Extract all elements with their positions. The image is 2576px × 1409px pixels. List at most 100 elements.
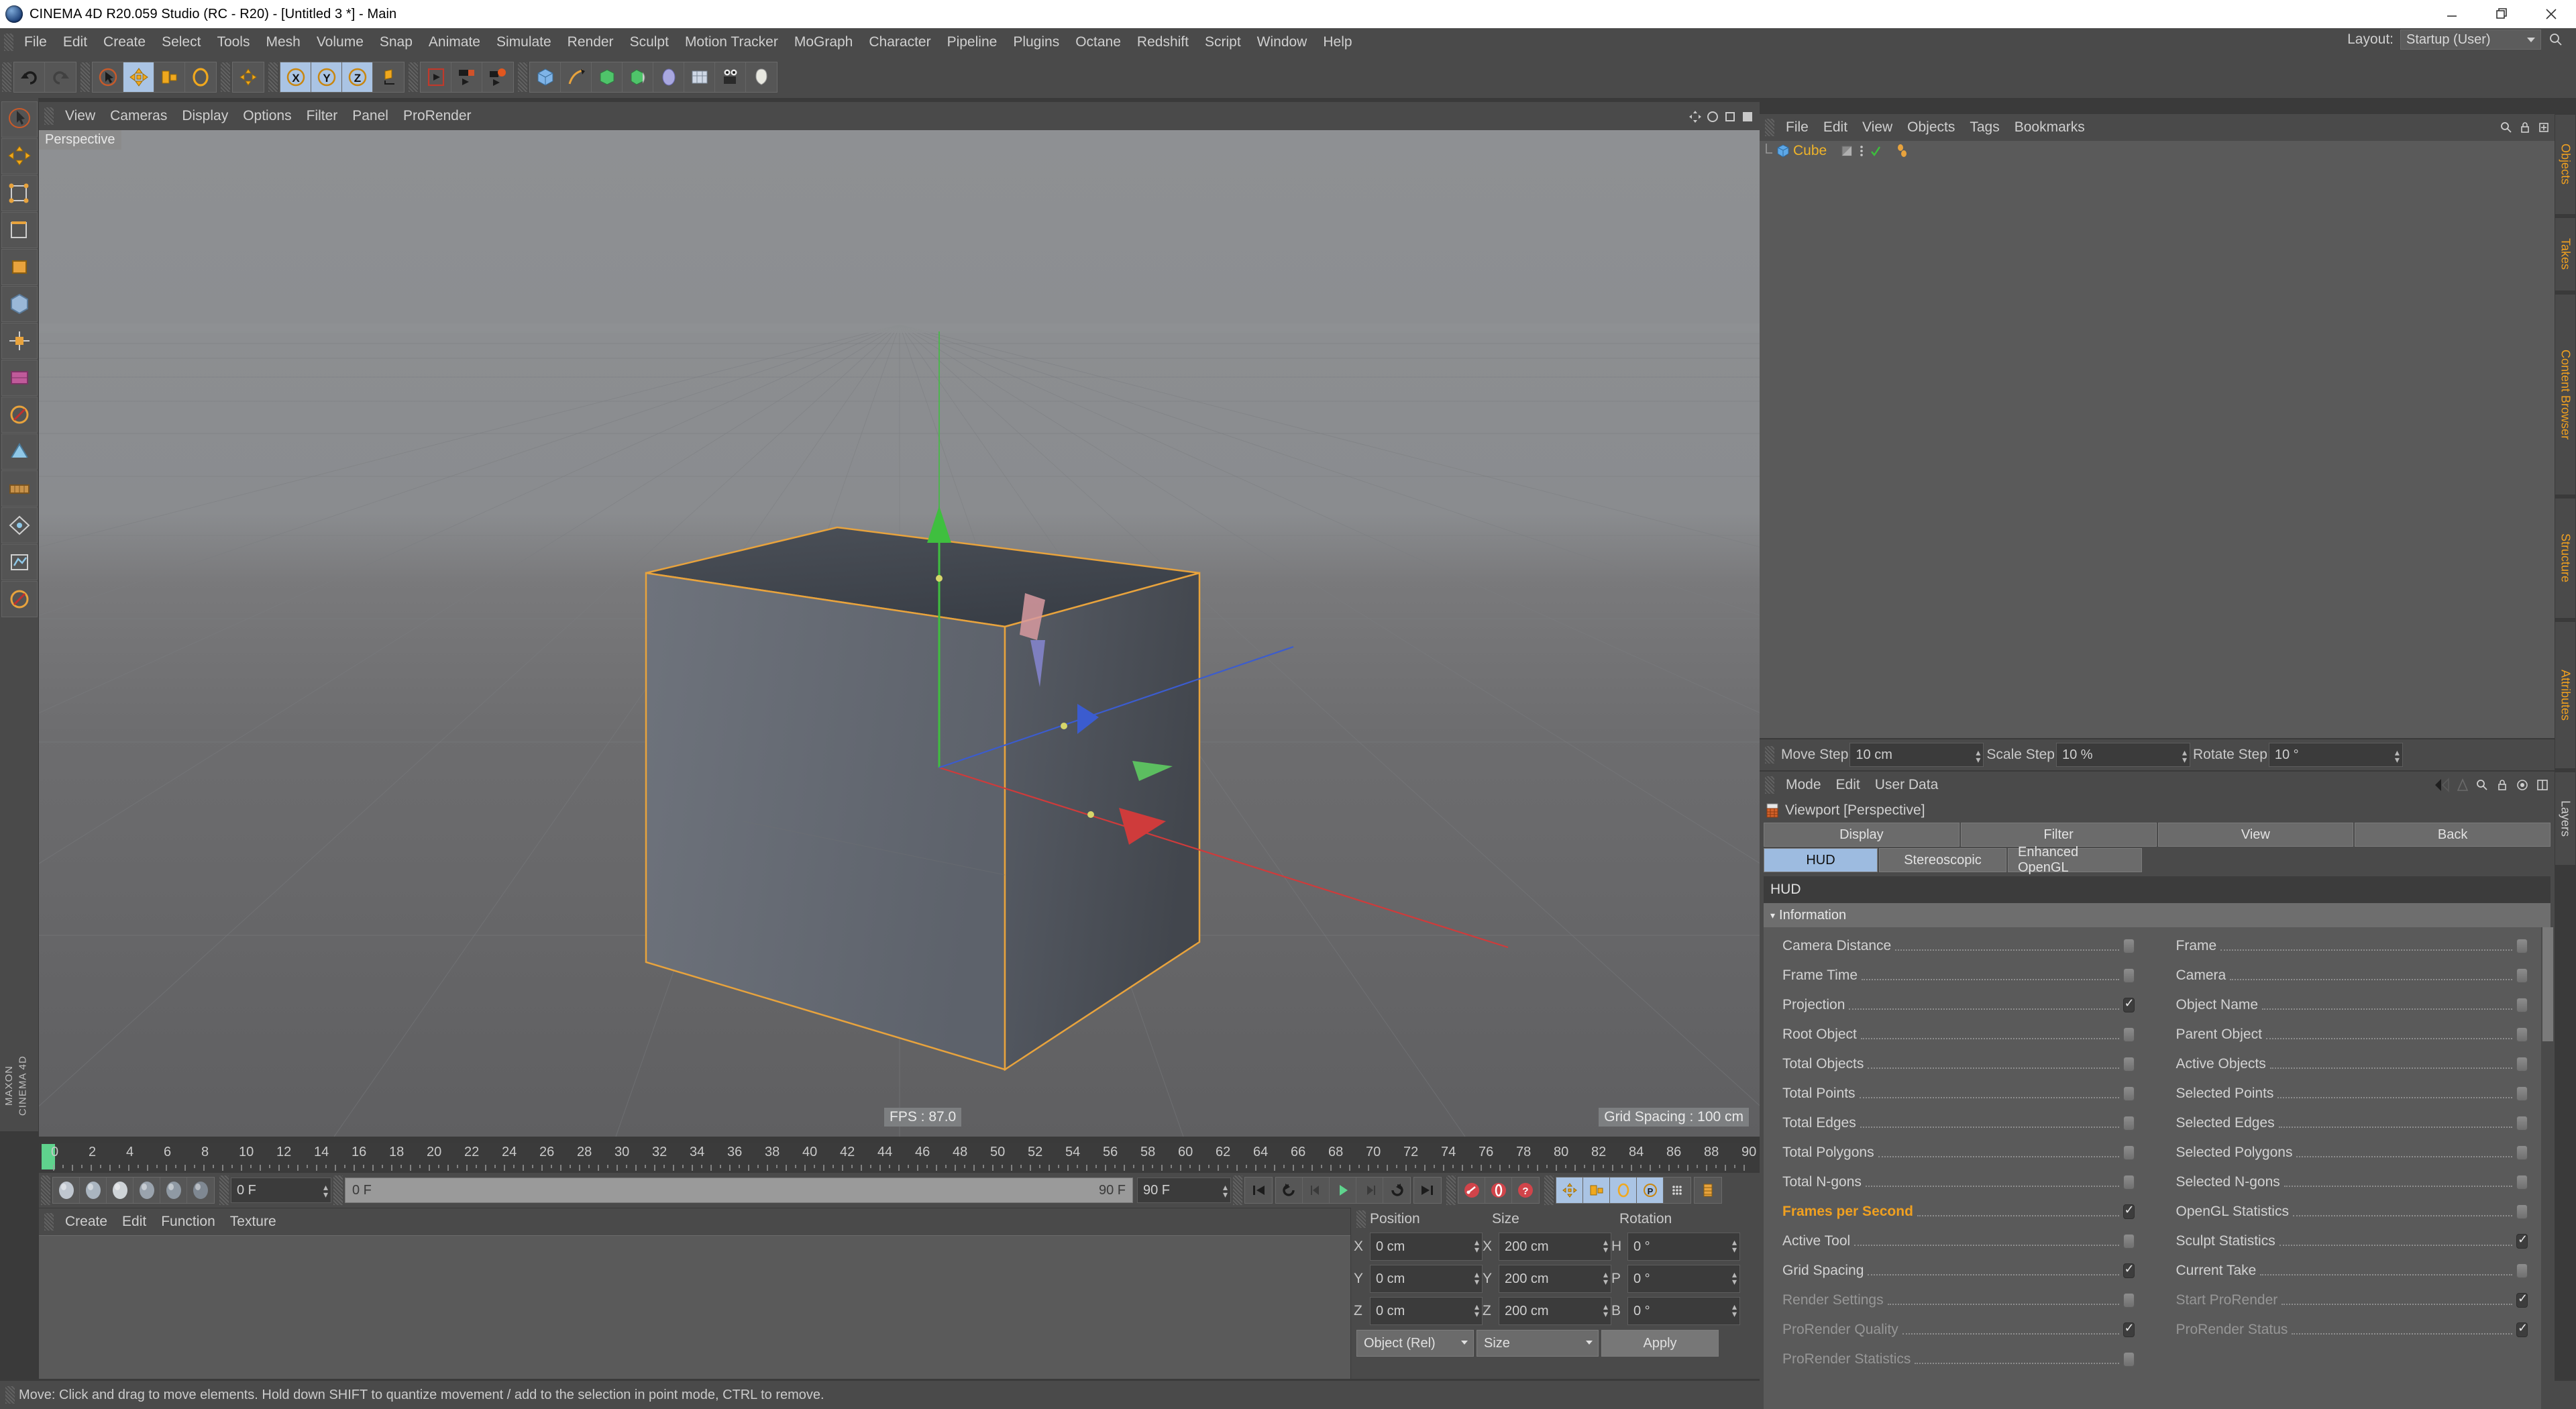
apply-button[interactable]: Apply [1601, 1330, 1719, 1357]
deformer-button[interactable] [623, 62, 653, 92]
move-view-icon[interactable] [1688, 110, 1702, 123]
coordinate-mode-dropdown[interactable]: Object (Rel) [1356, 1330, 1474, 1357]
viewport-menu-filter[interactable]: Filter [299, 108, 345, 124]
hud-option-start-prorender[interactable]: Start ProRender [2157, 1292, 2551, 1308]
hud-option-checkbox[interactable] [2516, 1233, 2528, 1249]
attr-tab-stereoscopic[interactable]: Stereoscopic [1879, 848, 2006, 872]
lock-axis-icon[interactable] [1, 581, 38, 617]
attr-menu-edit[interactable]: Edit [1829, 777, 1868, 793]
move-tool-icon[interactable] [1, 138, 38, 174]
viewport-menubar-grip[interactable] [44, 107, 54, 125]
viewport-perspective[interactable]: Perspective FPS: 87.0 Grid Spacing: 10… [39, 130, 1760, 1137]
spinner-icon-2[interactable]: ▴ ▾ [1223, 1182, 1228, 1199]
hud-option-checkbox[interactable] [2516, 1175, 2528, 1190]
light-button[interactable] [746, 62, 777, 92]
parameter-key-toggle[interactable]: P [1637, 1178, 1664, 1203]
edges-mode-icon[interactable] [1, 212, 38, 248]
objman-menu-edit[interactable]: Edit [1816, 119, 1855, 136]
menu-select[interactable]: Select [154, 34, 209, 50]
hud-option-checkbox[interactable] [2516, 1292, 2528, 1308]
status-bar-grip[interactable] [5, 1386, 15, 1404]
toolbar-grip-3[interactable] [221, 62, 230, 92]
dock-tab-structure[interactable]: Structure [2555, 498, 2576, 619]
viewport-menu-options[interactable]: Options [235, 108, 299, 124]
hud-option-checkbox[interactable] [2516, 1145, 2528, 1160]
material-menu-create[interactable]: Create [58, 1214, 115, 1230]
menu-script[interactable]: Script [1197, 34, 1249, 50]
rotate-step-field[interactable]: 10 ° ▴ ▾ [2268, 743, 2403, 767]
material-sphere-2[interactable] [80, 1178, 107, 1203]
material-manager-body[interactable] [39, 1235, 1350, 1379]
hud-option-frame-time[interactable]: Frame Time [1764, 968, 2157, 984]
spinner-icon-scale[interactable]: ▴ ▾ [2182, 747, 2187, 764]
animation-layout-button[interactable] [1695, 1178, 1721, 1203]
size-field[interactable]: 200 cm ▴ ▾ [1499, 1297, 1611, 1325]
hud-option-parent-object[interactable]: Parent Object [2157, 1027, 2551, 1043]
menu-create[interactable]: Create [95, 34, 154, 50]
go-to-end-button[interactable] [1414, 1178, 1441, 1203]
animation-toolbar-grip-2[interactable] [219, 1176, 229, 1205]
objman-menu-tags[interactable]: Tags [1962, 119, 2006, 136]
animation-toolbar-grip[interactable] [41, 1176, 50, 1205]
menu-mesh[interactable]: Mesh [258, 34, 308, 50]
hud-option-checkbox[interactable] [2516, 1263, 2528, 1278]
move-step-field[interactable]: 10 cm ▴ ▾ [1849, 743, 1984, 767]
previous-key-button[interactable] [1276, 1178, 1303, 1203]
hud-option-checkbox[interactable] [2516, 1086, 2528, 1101]
hud-option-checkbox[interactable] [2123, 1175, 2135, 1190]
hud-option-frames-per-second[interactable]: Frames per Second [1764, 1203, 2157, 1220]
timeline-range-slider[interactable]: 0 F 90 F [345, 1178, 1133, 1203]
menu-render[interactable]: Render [559, 34, 622, 50]
hud-option-object-name[interactable]: Object Name [2157, 997, 2551, 1013]
hud-option-total-n-gons[interactable]: Total N-gons [1764, 1174, 2157, 1190]
position-key-toggle[interactable] [1556, 1178, 1583, 1203]
rotate-tool-button[interactable] [185, 62, 216, 92]
hud-option-prorender-quality[interactable]: ProRender Quality [1764, 1321, 2157, 1338]
material-sphere-5[interactable] [160, 1178, 187, 1203]
hud-option-checkbox[interactable] [2123, 968, 2135, 983]
cube-primitive-button[interactable] [530, 62, 561, 92]
spinner-icon[interactable]: ▴ ▾ [1474, 1237, 1479, 1254]
hud-option-grid-spacing[interactable]: Grid Spacing [1764, 1262, 2157, 1279]
hud-option-active-tool[interactable]: Active Tool [1764, 1233, 2157, 1249]
render-settings-button[interactable] [482, 62, 513, 92]
menu-motion-tracker[interactable]: Motion Tracker [677, 34, 786, 50]
end-frame-field[interactable]: 90 F ▴ ▾ [1137, 1178, 1231, 1203]
material-manager-grip[interactable] [44, 1213, 54, 1231]
toolbar-grip-5[interactable] [409, 62, 418, 92]
dock-tab-takes[interactable]: Takes [2555, 217, 2576, 291]
spinner-icon-rotate[interactable]: ▴ ▾ [2395, 747, 2400, 764]
dock-tab-layers[interactable]: Layers [2555, 772, 2576, 866]
model-mode-icon[interactable] [1, 286, 38, 322]
hud-option-selected-n-gons[interactable]: Selected N-gons [2157, 1174, 2551, 1190]
attr-tab-view[interactable]: View [2157, 823, 2354, 847]
next-key-button[interactable] [1383, 1178, 1410, 1203]
hud-option-total-polygons[interactable]: Total Polygons [1764, 1145, 2157, 1161]
previous-frame-button[interactable] [1303, 1178, 1330, 1203]
hud-scrollbar-track[interactable] [2541, 927, 2553, 1409]
camera-button[interactable] [715, 62, 746, 92]
phong-tag-icon[interactable] [1895, 144, 1910, 158]
z-axis-lock-button[interactable]: Z [342, 62, 373, 92]
visibility-dots-icon[interactable] [1856, 144, 1867, 158]
hud-option-checkbox[interactable] [2516, 968, 2528, 983]
attr-tab-display[interactable]: Display [1764, 823, 1960, 847]
menu-file[interactable]: File [16, 34, 55, 50]
hud-option-render-settings[interactable]: Render Settings [1764, 1292, 2157, 1308]
spinner-icon[interactable]: ▴ ▾ [1474, 1269, 1479, 1286]
scale-step-field[interactable]: 10 % ▴ ▾ [2055, 743, 2190, 767]
hud-option-current-take[interactable]: Current Take [2157, 1263, 2551, 1279]
material-sphere-4[interactable] [133, 1178, 160, 1203]
objman-menu-bookmarks[interactable]: Bookmarks [2007, 119, 2092, 136]
render-picture-viewer-button[interactable] [451, 62, 482, 92]
object-tree-item-cube[interactable]: Cube [1760, 141, 2555, 161]
hud-option-camera[interactable]: Camera [2157, 968, 2551, 984]
dock-tab-content-browser[interactable]: Content Browser [2555, 294, 2576, 495]
hud-option-prorender-statistics[interactable]: ProRender Statistics [1764, 1351, 2157, 1367]
maximize-view-icon[interactable] [1741, 110, 1754, 123]
menu-tools[interactable]: Tools [209, 34, 258, 50]
menu-sculpt[interactable]: Sculpt [622, 34, 677, 50]
hud-option-selected-polygons[interactable]: Selected Polygons [2157, 1145, 2551, 1161]
target-icon[interactable] [2516, 778, 2529, 792]
redo-button[interactable] [45, 62, 76, 92]
